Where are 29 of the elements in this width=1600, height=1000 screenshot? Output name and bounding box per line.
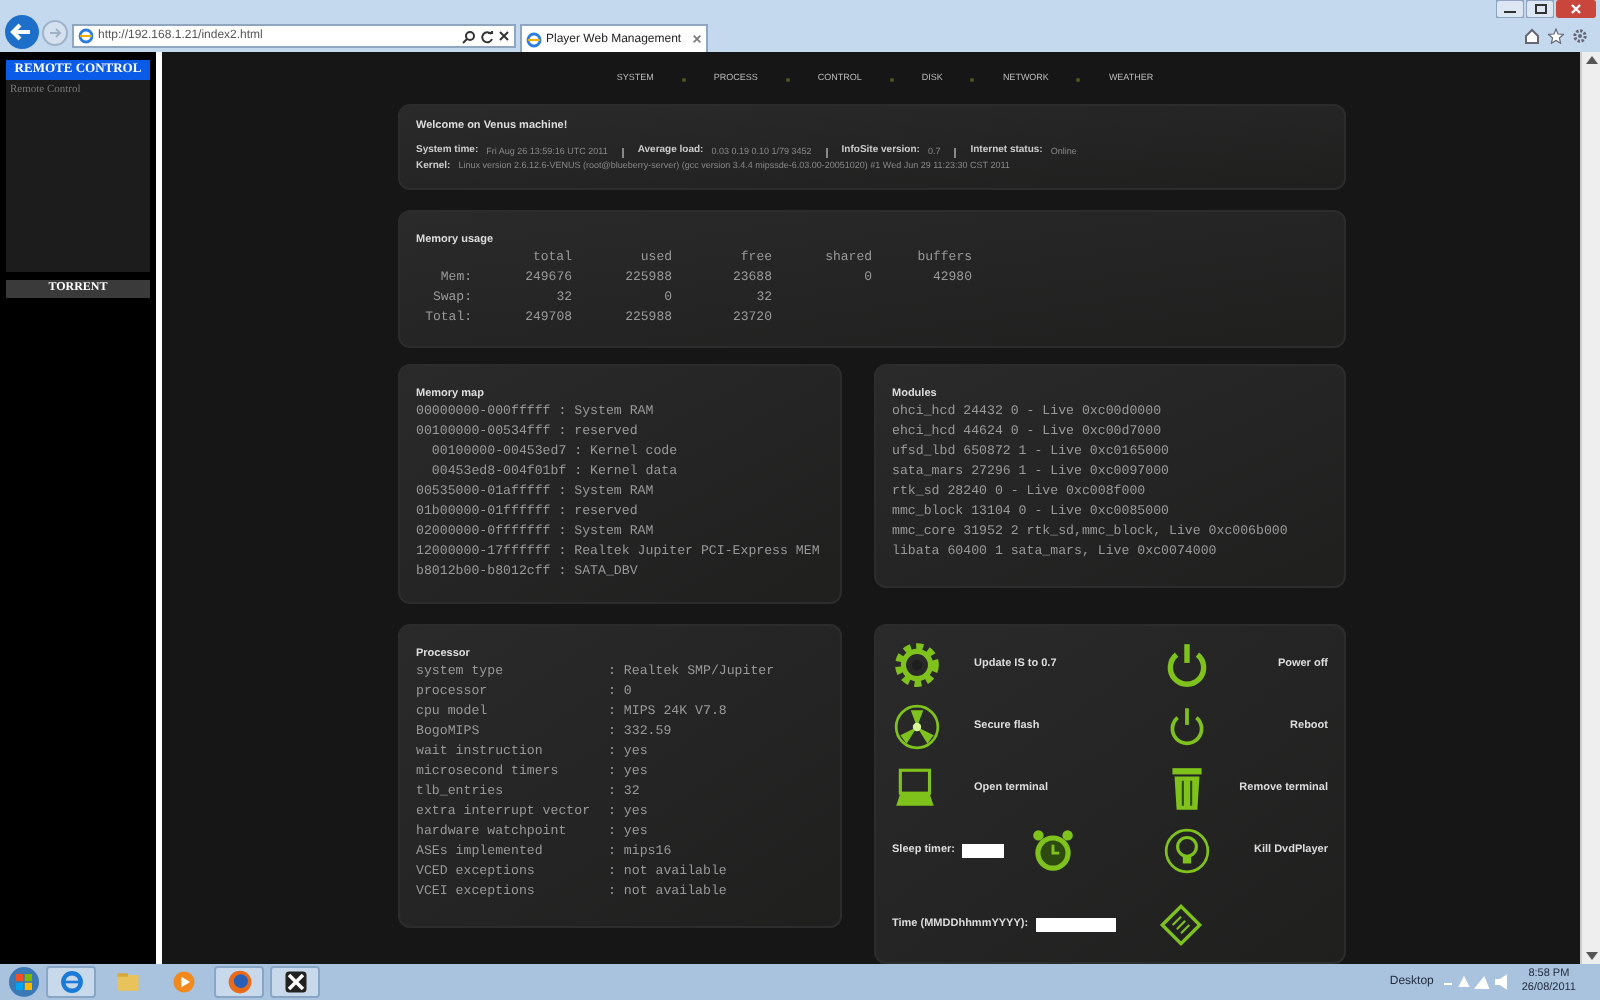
notepad-icon[interactable] [1156, 900, 1207, 950]
star-icon[interactable] [1548, 28, 1564, 44]
input-field[interactable] [1036, 918, 1117, 932]
app-icon [281, 968, 309, 996]
refresh-icon[interactable] [480, 29, 494, 43]
minimize-icon[interactable] [1496, 0, 1524, 18]
alarm-clock-icon[interactable] [1028, 826, 1079, 876]
scroll-down-icon[interactable] [1585, 952, 1597, 960]
folder-icon [113, 968, 141, 996]
scroll-up-icon[interactable] [1585, 56, 1597, 64]
start-icon[interactable] [8, 966, 40, 998]
scrollbar[interactable] [1580, 52, 1600, 964]
power-icon[interactable] [1162, 640, 1212, 690]
browser-page-icon [78, 28, 94, 44]
home-icon[interactable] [1524, 28, 1540, 44]
back-icon[interactable] [4, 14, 40, 50]
close-icon[interactable] [498, 30, 510, 42]
browser-icon [57, 968, 85, 996]
browser-page-icon [526, 31, 542, 47]
taskbar-button[interactable] [270, 966, 320, 998]
browser-icon [225, 968, 253, 996]
light-bulb-icon[interactable] [1162, 826, 1212, 876]
search-icon[interactable] [462, 29, 476, 43]
restore-icon[interactable] [1526, 0, 1554, 18]
media-player-icon [169, 968, 197, 996]
input-field[interactable] [962, 844, 1005, 858]
radiation-icon[interactable] [892, 702, 942, 752]
gear-icon[interactable] [892, 640, 942, 690]
settings-icon[interactable] [1572, 28, 1588, 44]
